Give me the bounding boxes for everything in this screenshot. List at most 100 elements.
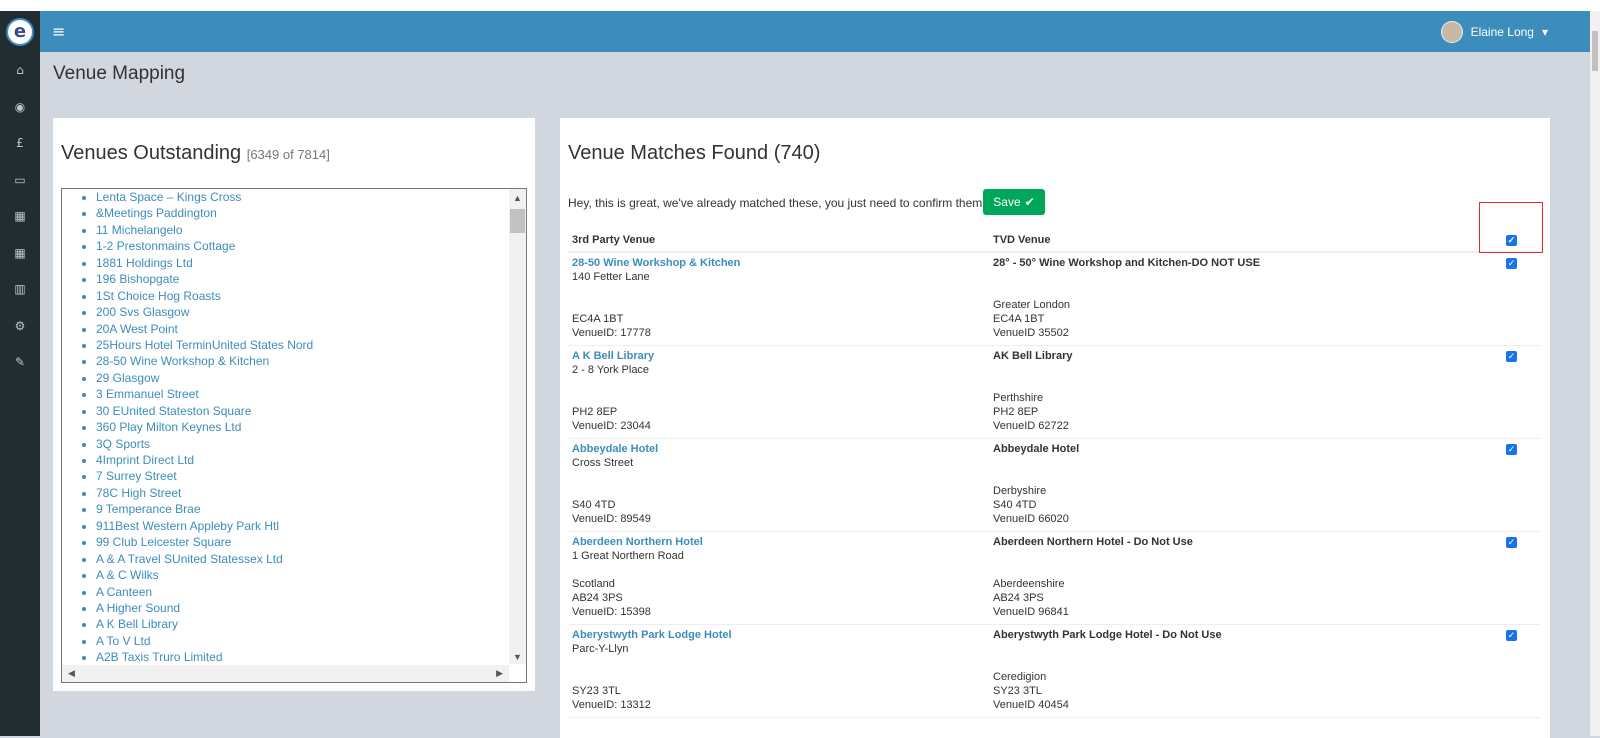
tvd-venue-name: Aberdeen Northern Hotel - Do Not Use <box>993 536 1193 548</box>
third-party-cell: Aberystwyth Park Lodge Hotel Parc-Y-Llyn S… <box>572 628 732 712</box>
save-label: Save <box>993 195 1021 209</box>
list-item[interactable]: 7 Surrey Street <box>96 468 526 484</box>
table-row: 28-50 Wine Workshop & Kitchen 140 Fetter … <box>568 253 1540 346</box>
venue-id: VenueID: 23044 <box>572 420 651 432</box>
select-all-checkbox[interactable]: ✓ <box>1506 235 1517 246</box>
scroll-up-icon[interactable]: ▲ <box>513 193 522 203</box>
gears-icon[interactable]: ⚙ <box>0 308 40 345</box>
panel-title: Venues Outstanding [6349 of 7814] <box>61 142 330 165</box>
tvd-region: Perthshire <box>993 392 1044 404</box>
list-item[interactable]: A2B Taxis Truro Limited <box>96 649 526 665</box>
list-item[interactable]: 28-50 Wine Workshop & Kitchen <box>96 353 526 369</box>
venue-id: VenueID: 13312 <box>572 699 651 711</box>
tvd-venue-name: AK Bell Library <box>993 350 1073 362</box>
home-icon[interactable]: ⌂ <box>0 52 40 89</box>
list-item[interactable]: Lenta Space – Kings Cross <box>96 189 526 205</box>
tvd-postcode: EC4A 1BT <box>993 313 1045 325</box>
list-item[interactable]: A Higher Sound <box>96 600 526 616</box>
tvd-venue-id: VenueID 62722 <box>993 420 1069 432</box>
table-row: Abbeydale Hotel Cross Street S40 4TD VenueI… <box>568 439 1540 532</box>
list-item[interactable]: 1881 Holdings Ltd <box>96 255 526 271</box>
scroll-down-icon[interactable]: ▼ <box>513 652 522 662</box>
list-item[interactable]: 911Best Western Appleby Park Htl <box>96 518 526 534</box>
list-item[interactable]: 20A West Point <box>96 321 526 337</box>
tvd-venue-name: 28° - 50° Wine Workshop and Kitchen-DO N… <box>993 257 1261 269</box>
confirm-checkbox[interactable]: ✓ <box>1506 258 1517 269</box>
venue-id: VenueID: 89549 <box>572 513 651 525</box>
page-scrollbar[interactable] <box>1590 11 1600 736</box>
app-logo[interactable]: e <box>0 11 40 52</box>
confirm-checkbox[interactable]: ✓ <box>1506 444 1517 455</box>
table-header: 3rd Party Venue TVD Venue ✓ <box>568 202 1543 253</box>
tvd-cell: AK Bell Library Perthshire PH2 8EP VenueID … <box>993 349 1072 433</box>
outstanding-count: [6349 of 7814] <box>246 147 330 162</box>
region <box>572 391 654 405</box>
third-party-cell: 28-50 Wine Workshop & Kitchen 140 Fetter … <box>572 256 740 340</box>
list-item[interactable]: 3Q Sports <box>96 436 526 452</box>
third-party-venue-link[interactable]: Aberdeen Northern Hotel <box>572 535 703 549</box>
venue-matches-panel: Venue Matches Found (740) Hey, this is g… <box>560 116 1550 738</box>
tvd-postcode: PH2 8EP <box>993 406 1039 418</box>
venue-id: VenueID: 15398 <box>572 606 651 618</box>
avatar <box>1440 21 1463 43</box>
bars-icon[interactable]: ≡ <box>52 22 65 41</box>
list-item[interactable]: &Meetings Paddington <box>96 205 526 221</box>
confirm-checkbox[interactable]: ✓ <box>1506 351 1517 362</box>
table-row: A K Bell Library 2 - 8 York Place PH2 8EP V… <box>568 346 1540 439</box>
list-item[interactable]: 29 Glasgow <box>96 370 526 386</box>
list-item[interactable]: 9 Temperance Brae <box>96 501 526 517</box>
list-item[interactable]: 4Imprint Direct Ltd <box>96 452 526 468</box>
tvd-postcode: SY23 3TL <box>993 685 1042 697</box>
pound-icon[interactable]: £ <box>0 125 40 162</box>
scroll-right-icon[interactable]: ▶ <box>496 668 503 679</box>
list-item[interactable]: 25Hours Hotel TerminUnited States Nord <box>96 337 526 353</box>
user-menu[interactable]: Elaine Long ▾ <box>1440 21 1548 43</box>
confirm-checkbox[interactable]: ✓ <box>1506 630 1517 641</box>
check-icon: ✔ <box>1024 195 1035 209</box>
horizontal-scrollbar[interactable]: ◀ ▶ <box>62 665 509 682</box>
list-item[interactable]: 99 Club Leicester Square <box>96 534 526 550</box>
region <box>572 298 740 312</box>
tvd-venue-name: Abbeydale Hotel <box>993 443 1080 455</box>
list-item[interactable]: A To V Ltd <box>96 633 526 649</box>
third-party-venue-link[interactable]: A K Bell Library <box>572 349 654 363</box>
tvd-region: Ceredigion <box>993 671 1047 683</box>
venues-outstanding-panel: Venues Outstanding [6349 of 7814] Lenta … <box>53 116 535 691</box>
list-item[interactable]: 3 Emmanuel Street <box>96 386 526 402</box>
tvd-region: Derbyshire <box>993 485 1047 497</box>
matches-intro: Hey, this is great, we've already matche… <box>568 196 996 210</box>
calendar-icon[interactable]: ▭ <box>0 162 40 199</box>
list-item[interactable]: 196 Bishopgate <box>96 271 526 287</box>
bar-chart-icon[interactable]: ▥ <box>0 271 40 308</box>
list-item[interactable]: A K Bell Library <box>96 616 526 632</box>
list-item[interactable]: A Canteen <box>96 584 526 600</box>
list-item[interactable]: A & C Wilks <box>96 567 526 583</box>
top-navbar: ≡ Elaine Long ▾ <box>40 11 1600 52</box>
confirm-checkbox[interactable]: ✓ <box>1506 537 1517 548</box>
third-party-venue-link[interactable]: Aberystwyth Park Lodge Hotel <box>572 628 732 642</box>
scroll-left-icon[interactable]: ◀ <box>68 668 75 679</box>
tvd-venue-id: VenueID 66020 <box>993 513 1069 525</box>
col-tvd: TVD Venue <box>993 234 1051 246</box>
vertical-scrollbar[interactable]: ▲ ▼ <box>509 189 526 664</box>
venue-list-box[interactable]: Lenta Space – Kings Cross&Meetings Paddi… <box>61 188 527 683</box>
postcode: EC4A 1BT <box>572 313 624 325</box>
list-item[interactable]: 78C High Street <box>96 485 526 501</box>
list-item[interactable]: 200 Svs Glasgow <box>96 304 526 320</box>
calendar-grid-icon[interactable]: ▦ <box>0 235 40 272</box>
list-item[interactable]: 1-2 Prestonmains Cottage <box>96 238 526 254</box>
third-party-venue-link[interactable]: Abbeydale Hotel <box>572 442 658 456</box>
list-item[interactable]: 1St Choice Hog Roasts <box>96 288 526 304</box>
list-item[interactable]: 11 Michelangelo <box>96 222 526 238</box>
save-button[interactable]: Save ✔ <box>983 189 1045 215</box>
calendar-alt-icon[interactable]: ▦ <box>0 198 40 235</box>
top-strip <box>0 0 1600 11</box>
third-party-venue-link[interactable]: 28-50 Wine Workshop & Kitchen <box>572 256 740 270</box>
pencil-icon[interactable]: ✎ <box>0 344 40 381</box>
list-item[interactable]: 30 EUnited Stateston Square <box>96 403 526 419</box>
dashboard-icon[interactable]: ◉ <box>0 89 40 126</box>
list-item[interactable]: A & A Travel SUnited Statessex Ltd <box>96 551 526 567</box>
address-line: Cross Street <box>572 457 634 469</box>
tvd-cell: 28° - 50° Wine Workshop and Kitchen-DO N… <box>993 256 1260 340</box>
list-item[interactable]: 360 Play Milton Keynes Ltd <box>96 419 526 435</box>
